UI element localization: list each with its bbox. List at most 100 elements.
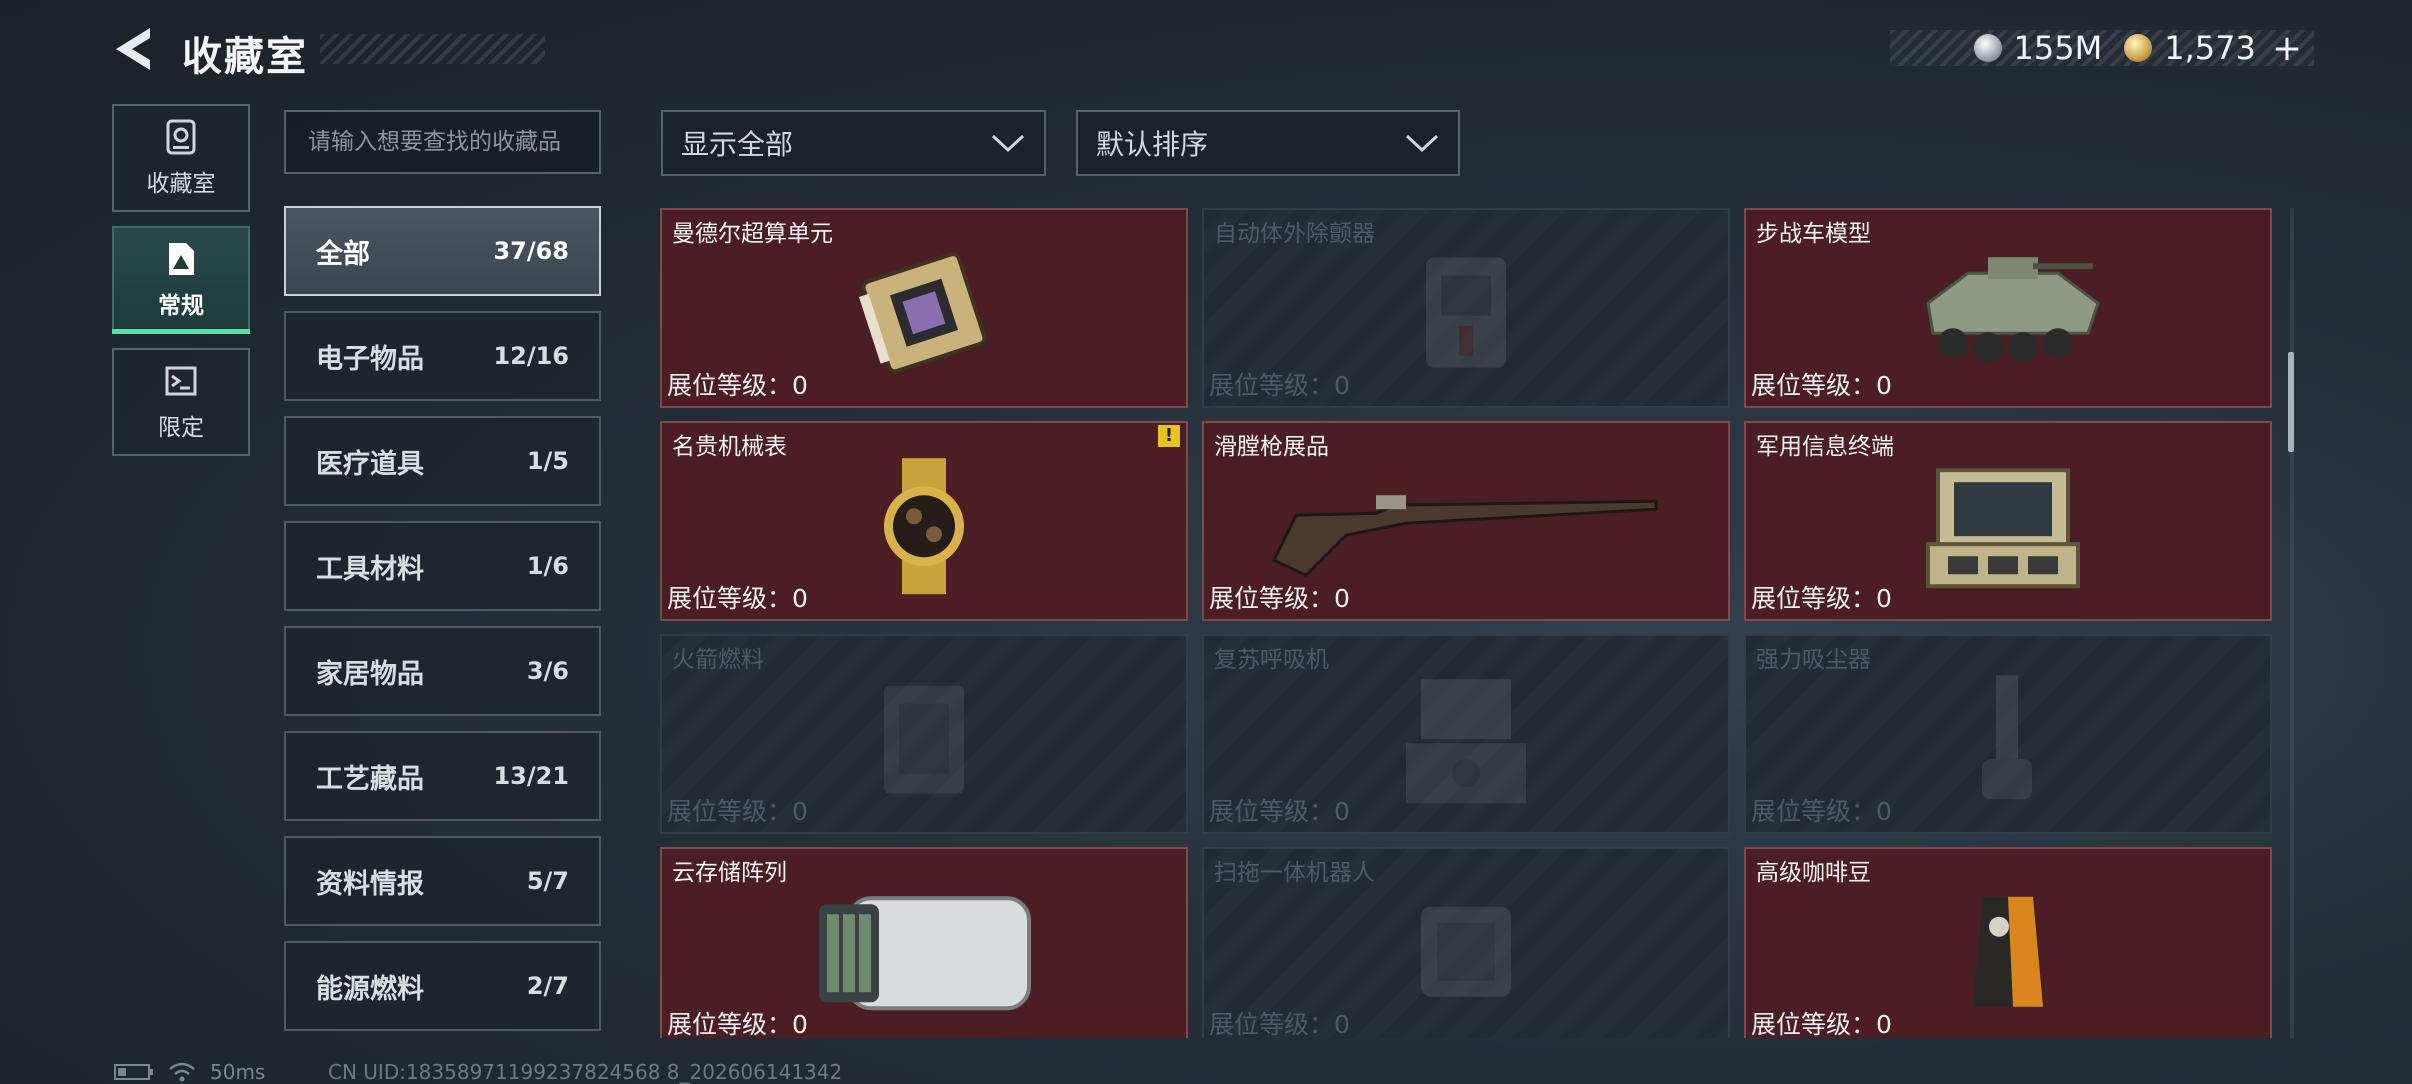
ventilator-icon: [1391, 669, 1541, 813]
collection-card[interactable]: 自动体外除颤器展位等级：0: [1202, 208, 1730, 408]
category-name: 家居物品: [316, 658, 424, 690]
vacuum-icon: [1968, 669, 2048, 813]
nav-collection-room[interactable]: 收藏室: [112, 104, 250, 212]
sort-label: 默认排序: [1096, 128, 1209, 161]
item-name: 曼德尔超算单元: [672, 221, 833, 247]
warning-badge-icon: !: [1158, 425, 1180, 447]
storage-array-icon: [809, 882, 1039, 1026]
booth-level: 展位等级：0: [1209, 371, 1350, 400]
defibrillator-icon: [1411, 248, 1521, 382]
nav-limited[interactable]: 限定: [112, 348, 250, 456]
category-name: 医疗道具: [316, 448, 424, 480]
item-name: 强力吸尘器: [1756, 647, 1871, 673]
chevron-down-icon: [1405, 134, 1439, 153]
title-stripe-decoration: [320, 34, 545, 64]
collection-card[interactable]: 步战车模型展位等级：0: [1744, 208, 2272, 408]
booth-level: 展位等级：0: [667, 797, 808, 826]
battery-icon: [114, 1064, 153, 1080]
nav-label: 常规: [158, 293, 204, 319]
category-item[interactable]: 工艺藏品 13/21: [284, 731, 601, 821]
trophy-case-icon: [166, 119, 196, 155]
category-count: 12/16: [493, 342, 569, 370]
silver-currency-value: 155M: [2013, 29, 2103, 67]
item-name: 高级咖啡豆: [1756, 860, 1871, 886]
collection-card[interactable]: 强力吸尘器展位等级：0: [1744, 634, 2272, 834]
category-item[interactable]: 家居物品 3/6: [284, 626, 601, 716]
category-item[interactable]: 资料情报 5/7: [284, 836, 601, 926]
collection-card[interactable]: 曼德尔超算单元展位等级：0: [660, 208, 1188, 408]
booth-level: 展位等级：0: [1751, 584, 1892, 613]
item-name: 复苏呼吸机: [1214, 647, 1329, 673]
category-count: 37/68: [493, 237, 569, 265]
collection-card[interactable]: 云存储阵列展位等级：0: [660, 847, 1188, 1038]
category-count: 3/6: [526, 657, 569, 685]
item-name: 名贵机械表: [672, 434, 787, 460]
category-item[interactable]: 电子物品 12/16: [284, 311, 601, 401]
category-item[interactable]: 能源燃料 2/7: [284, 941, 601, 1031]
collection-card[interactable]: 高级咖啡豆展位等级：0: [1744, 847, 2272, 1038]
item-name: 火箭燃料: [672, 647, 764, 673]
nav-regular[interactable]: 常规: [112, 226, 250, 334]
booth-level: 展位等级：0: [667, 584, 808, 613]
category-name: 资料情报: [316, 868, 424, 900]
category-name: 工艺藏品: [316, 763, 424, 795]
search-input[interactable]: [284, 110, 601, 174]
item-name: 云存储阵列: [672, 860, 787, 886]
category-count: 1/6: [526, 552, 569, 580]
collection-card[interactable]: 名贵机械表展位等级：0!: [660, 421, 1188, 621]
booth-level: 展位等级：0: [1209, 1010, 1350, 1038]
item-name: 滑膛枪展品: [1214, 434, 1329, 460]
ifv-model-icon: [1908, 243, 2108, 387]
chevron-down-icon: [991, 134, 1025, 153]
category-name: 全部: [316, 238, 370, 270]
item-name: 自动体外除颤器: [1214, 221, 1375, 247]
watch-icon: [864, 456, 984, 600]
nav-label: 收藏室: [146, 171, 216, 197]
collection-card[interactable]: 扫拖一体机器人展位等级：0: [1202, 847, 1730, 1038]
scrollbar-track[interactable]: [2290, 208, 2294, 1038]
ping-value: 50ms: [210, 1060, 266, 1084]
item-name: 军用信息终端: [1756, 434, 1894, 460]
collection-card[interactable]: 火箭燃料展位等级：0: [660, 634, 1188, 834]
category-name: 工具材料: [316, 553, 424, 585]
coffee-bag-icon: [1963, 887, 2053, 1021]
collection-card[interactable]: 军用信息终端展位等级：0: [1744, 421, 2272, 621]
gold-coin-icon: [2124, 34, 2153, 62]
booth-level: 展位等级：0: [667, 371, 808, 400]
collection-icon: [169, 243, 194, 275]
back-arrow-icon[interactable]: [110, 22, 160, 76]
currency-bar: 155M 1,573 +: [1890, 28, 2314, 69]
gold-currency-value: 1,573: [2164, 29, 2256, 67]
terminal-case-icon: [1918, 456, 2098, 600]
silver-coin-icon: [1973, 34, 2002, 62]
add-currency-button[interactable]: +: [2272, 28, 2302, 69]
musket-icon: [1266, 465, 1666, 589]
item-name: 扫拖一体机器人: [1214, 860, 1375, 886]
booth-level: 展位等级：0: [1751, 1010, 1892, 1038]
category-name: 能源燃料: [316, 973, 424, 1005]
category-count: 1/5: [526, 447, 569, 475]
category-count: 5/7: [526, 867, 569, 895]
category-count: 13/21: [493, 762, 569, 790]
category-count: 2/7: [526, 972, 569, 1000]
item-name: 步战车模型: [1756, 221, 1871, 247]
scrollbar-thumb[interactable]: [2288, 352, 2294, 452]
collection-grid: 曼德尔超算单元 展位等级：0 自动体外除颤器 展位等级：0 步战车模型 展位等级：0 名贵机…: [660, 208, 2272, 1038]
show-filter-label: 显示全部: [681, 128, 794, 161]
wifi-icon: [169, 1062, 195, 1082]
booth-level: 展位等级：0: [1209, 584, 1350, 613]
uid-text: CN UID:18358971199237824568 8_2026061413…: [328, 1060, 843, 1084]
booth-level: 展位等级：0: [1751, 797, 1892, 826]
sort-dropdown[interactable]: 默认排序: [1076, 110, 1460, 176]
fuel-canister-icon: [869, 674, 979, 808]
booth-level: 展位等级：0: [1751, 371, 1892, 400]
nav-label: 限定: [158, 415, 204, 441]
show-filter-dropdown[interactable]: 显示全部: [661, 110, 1046, 176]
collection-card[interactable]: 复苏呼吸机 展位等级：0: [1202, 634, 1730, 834]
booth-level: 展位等级：0: [667, 1010, 808, 1038]
category-item[interactable]: 工具材料 1/6: [284, 521, 601, 611]
category-item[interactable]: 全部 37/68: [284, 206, 601, 296]
limited-icon: [165, 366, 197, 396]
category-item[interactable]: 医疗道具 1/5: [284, 416, 601, 506]
collection-card[interactable]: 滑膛枪展品展位等级：0: [1202, 421, 1730, 621]
